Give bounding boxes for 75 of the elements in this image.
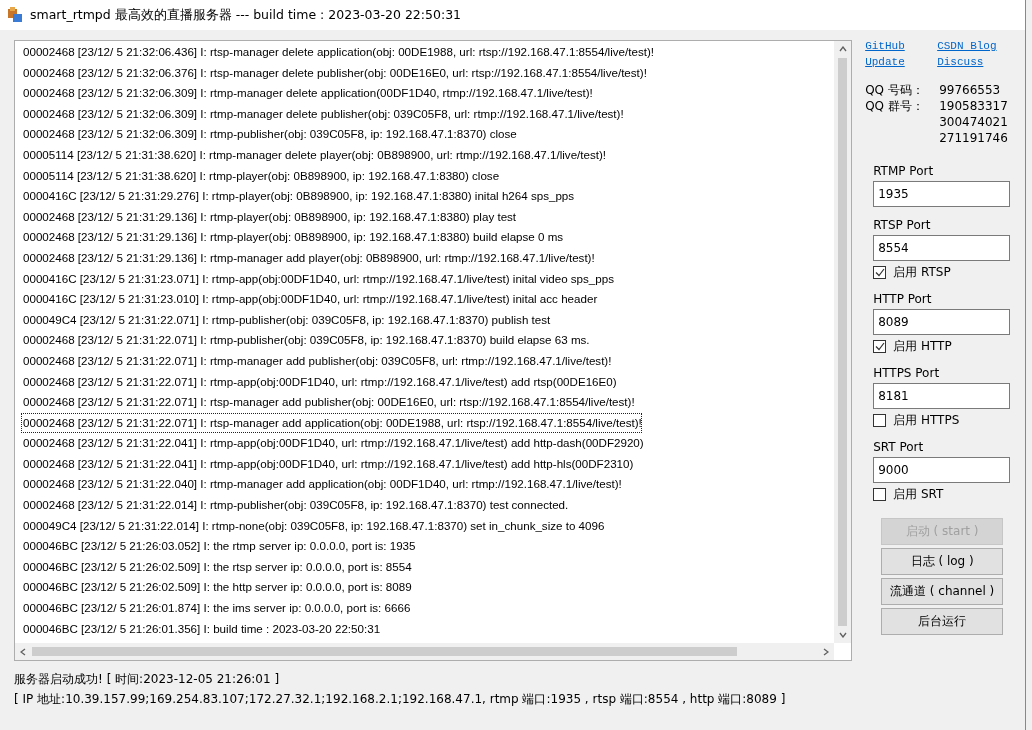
window-title: smart_rtmpd 最高效的直播服务器 --- build time : 2023-03-20 22:50:31 xyxy=(30,6,462,24)
scroll-thumb[interactable] xyxy=(32,647,737,656)
log-line[interactable]: 0000416C [23/12/ 5 21:31:23.071] I: rtmp-app(obj:00DF1D40, url: rtmp://192.168.47.1/live/test) inital video sps_pps xyxy=(21,268,614,290)
status-text: 服务器启动成功! [ 时间:2023-12-05 21:26:01 ] xyxy=(14,671,281,688)
app-icon xyxy=(6,6,24,24)
port-field[interactable]: 8554 xyxy=(873,235,1011,261)
vertical-scrollbar[interactable] xyxy=(834,41,852,643)
action-button[interactable]: 日志 ( log ) xyxy=(881,548,1004,575)
checkbox[interactable] xyxy=(873,414,887,427)
checkbox-label[interactable]: 启用 HTTPS xyxy=(893,412,960,429)
log-line[interactable]: 00002468 [23/12/ 5 21:31:22.071] I: rtsp-manager add publisher(obj: 00DE16E0, url: rtsp://192.168.47.1:8554/live/test)! xyxy=(21,392,635,413)
checkbox-label[interactable]: 启用 SRT xyxy=(893,486,944,503)
checkbox-label[interactable]: 启用 HTTP xyxy=(893,338,952,355)
log-line[interactable]: 00002468 [23/12/ 5 21:31:29.136] I: rtmp-player(obj: 0B898900, ip: 192.168.47.1:8380) play test xyxy=(21,206,517,228)
scroll-down-icon[interactable] xyxy=(838,632,847,638)
checkbox[interactable] xyxy=(873,266,887,279)
link[interactable]: GitHub xyxy=(865,40,905,52)
qq-number: 271191746 xyxy=(939,130,1009,146)
scroll-left-icon[interactable] xyxy=(20,647,26,656)
link[interactable]: Discuss xyxy=(937,56,984,68)
port-label: RTMP Port xyxy=(873,164,935,178)
log-line[interactable]: 00005114 [23/12/ 5 21:31:38.620] I: rtmp-manager delete player(obj: 0B898900, url: rtmp://192.168.47.1/live/test)! xyxy=(21,144,607,166)
log-line[interactable]: 00002468 [23/12/ 5 21:31:22.041] I: rtmp-app(obj:00DF1D40, url: rtmp://192.168.47.1/live/test) add http-dash(00DF2920) xyxy=(21,433,644,454)
port-field[interactable]: 8089 xyxy=(873,309,1011,335)
checkmark-icon xyxy=(874,268,885,277)
port-label: HTTPS Port xyxy=(873,366,941,380)
log-line[interactable]: 000046BC [23/12/ 5 21:26:03.052] I: the rtmp server ip: 0.0.0.0, port is: 1935 xyxy=(21,536,416,557)
log-line[interactable]: 0000416C [23/12/ 5 21:31:29.276] I: rtmp-player(obj: 0B898900, ip: 192.168.47.1:8380) inital h264 sps_pps xyxy=(21,186,575,207)
port-field[interactable]: 1935 xyxy=(873,181,1011,207)
log-line[interactable]: 00002468 [23/12/ 5 21:31:22.041] I: rtmp-app(obj:00DF1D40, url: rtmp://192.168.47.1/live/test) add http-hls(00DF2310) xyxy=(21,453,634,475)
log-line[interactable]: 00002468 [23/12/ 5 21:31:29.136] I: rtmp-player(obj: 0B898900, ip: 192.168.47.1:8380) build elapse 0 ms xyxy=(21,227,564,248)
log-line[interactable]: 00002468 [23/12/ 5 21:31:22.071] I: rtmp-publisher(obj: 039C05F8, ip: 192.168.47.1:8370) build elapse 63 ms. xyxy=(21,330,590,351)
log-line[interactable]: 00002468 [23/12/ 5 21:31:22.014] I: rtmp-publisher(obj: 039C05F8, ip: 192.168.47.1:8370) test connected. xyxy=(21,495,569,516)
log-line[interactable]: 00002468 [23/12/ 5 21:32:06.309] I: rtmp-manager delete application(00DF1D40, rtmp://192.168.47.1/live/test)! xyxy=(21,83,593,104)
port-label: RTSP Port xyxy=(873,218,932,232)
log-line[interactable]: 000046BC [23/12/ 5 21:26:02.509] I: the http server ip: 0.0.0.0, port is: 8089 xyxy=(21,577,412,599)
log-line[interactable]: 00002468 [23/12/ 5 21:32:06.309] I: rtmp-publisher(obj: 039C05F8, ip: 192.168.47.1:8370) close xyxy=(21,124,517,145)
log-line[interactable]: 000046BC [23/12/ 5 21:26:02.509] I: the rtsp server ip: 0.0.0.0, port is: 8554 xyxy=(21,556,412,578)
log-line[interactable]: 000049C4 [23/12/ 5 21:31:22.071] I: rtmp-publisher(obj: 039C05F8, ip: 192.168.47.1:8370) publish test xyxy=(21,309,551,331)
log-line[interactable]: 00002468 [23/12/ 5 21:31:29.136] I: rtmp-manager add player(obj: 0B898900, url: rtmp://192.168.47.1/live/test)! xyxy=(21,247,595,269)
log-line[interactable]: 00002468 [23/12/ 5 21:32:06.376] I: rtsp-manager delete publisher(obj: 00DE16E0, url: rtsp://192.168.47.1:8554/live/test)! xyxy=(21,62,647,84)
qq-label: QQ 群号： xyxy=(865,98,925,115)
log-line[interactable]: 00005114 [23/12/ 5 21:31:38.620] I: rtmp-player(obj: 0B898900, ip: 192.168.47.1:8380) close xyxy=(21,165,500,187)
action-button[interactable]: 后台运行 xyxy=(881,608,1004,635)
status-text: [ IP 地址:10.39.157.99;169.254.83.107;172.27.32.1;192.168.2.1;192.168.47.1, rtmp 端口:1935 , rtsp 端口:8554 , http 端口:8089 ] xyxy=(14,691,787,708)
qq-number: 300474021 xyxy=(939,114,1009,130)
port-label: SRT Port xyxy=(873,440,925,454)
log-line[interactable]: 00002468 [23/12/ 5 21:32:06.436] I: rtsp-manager delete application(obj: 00DE1988, url: rtsp://192.168.47.1:8554/live/test)! xyxy=(21,42,654,63)
log-line[interactable]: 00002468 [23/12/ 5 21:31:22.040] I: rtmp-manager add application(obj: 00DF1D40, url: rtmp://192.168.47.1/live/test)! xyxy=(21,474,622,496)
log-line[interactable]: 000046BC [23/12/ 5 21:26:01.874] I: the ims server ip: 0.0.0.0, port is: 6666 xyxy=(21,598,411,619)
scroll-right-icon[interactable] xyxy=(823,647,830,656)
checkbox[interactable] xyxy=(873,340,887,353)
checkbox[interactable] xyxy=(873,488,887,501)
link[interactable]: Update xyxy=(865,56,905,68)
log-line[interactable]: 00002468 [23/12/ 5 21:32:06.309] I: rtmp-manager delete publisher(obj: 039C05F8, url: rtmp://192.168.47.1/live/test)! xyxy=(21,103,624,125)
checkbox-label[interactable]: 启用 RTSP xyxy=(893,264,951,281)
qq-label: QQ 号码： xyxy=(865,82,925,98)
log-list[interactable] xyxy=(14,40,853,661)
log-line[interactable]: 000049C4 [23/12/ 5 21:31:22.014] I: rtmp-none(obj: 039C05F8, ip: 192.168.47.1:8370) set in_chunk_size to 4096 xyxy=(21,515,605,537)
scroll-up-icon[interactable] xyxy=(838,46,847,52)
port-label: HTTP Port xyxy=(873,292,933,306)
qq-number: 99766553 xyxy=(939,82,1002,98)
port-field[interactable]: 8181 xyxy=(873,383,1011,409)
action-button[interactable]: 流通道 ( channel ) xyxy=(881,578,1004,605)
log-line[interactable]: 00002468 [23/12/ 5 21:31:22.071] I: rtmp-app(obj:00DF1D40, url: rtmp://192.168.47.1/live/test) add rtsp(00DE16E0) xyxy=(21,371,617,393)
log-line[interactable]: 00002468 [23/12/ 5 21:31:22.071] I: rtmp-manager add publisher(obj: 039C05F8, url: rtmp://192.168.47.1/live/test)! xyxy=(21,350,612,372)
port-field[interactable]: 9000 xyxy=(873,457,1011,483)
log-line[interactable]: 000046BC [23/12/ 5 21:26:01.356] I: build time : 2023-03-20 22:50:31 xyxy=(21,618,381,640)
link[interactable]: CSDN Blog xyxy=(937,40,997,52)
log-line[interactable]: 0000416C [23/12/ 5 21:31:23.010] I: rtmp-app(obj:00DF1D40, url: rtmp://192.168.47.1/live/test) inital acc header xyxy=(21,289,598,310)
scroll-thumb[interactable] xyxy=(838,58,848,626)
log-line[interactable]: 00002468 [23/12/ 5 21:31:22.071] I: rtsp-manager add application(obj: 00DE1988, url: rtsp://192.168.47.1:8554/live/test)! xyxy=(21,412,642,434)
checkmark-icon xyxy=(874,342,885,351)
qq-number: 190583317 xyxy=(939,98,1009,114)
horizontal-scrollbar[interactable] xyxy=(15,643,835,660)
